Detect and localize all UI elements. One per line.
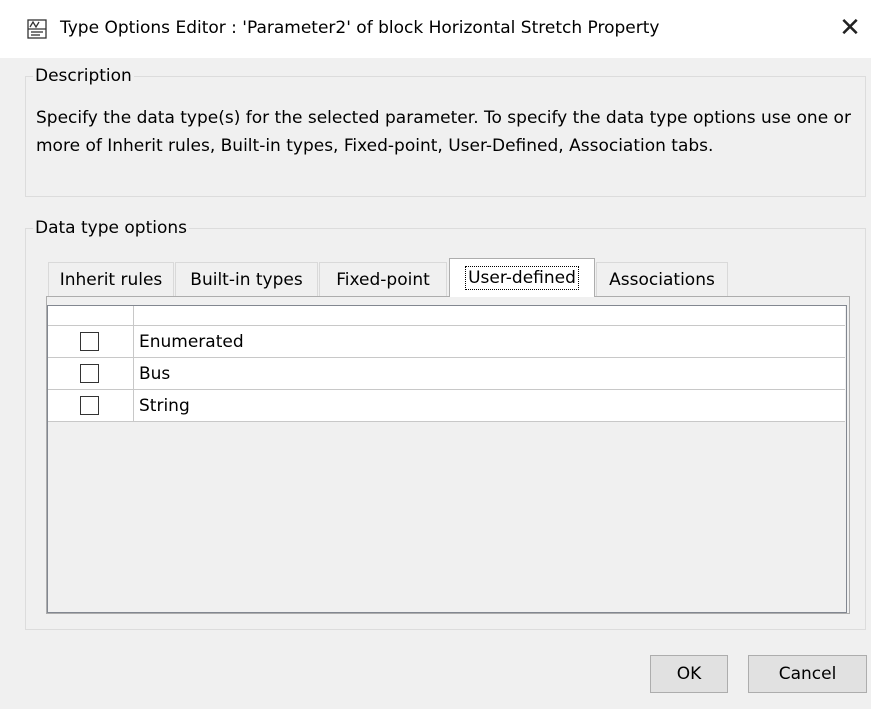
close-button[interactable]: ✕ — [834, 8, 866, 48]
enumerated-checkbox[interactable] — [80, 332, 99, 351]
user-defined-types-table: Enumerated Bus String — [47, 305, 847, 613]
table-header-row — [48, 306, 845, 326]
row-label: String — [139, 396, 190, 416]
row-label: Bus — [139, 364, 171, 384]
tab-associations[interactable]: Associations — [596, 262, 728, 296]
tab-built-in-types[interactable]: Built-in types — [175, 262, 318, 296]
header-checkbox-column — [48, 306, 134, 325]
type-options-editor-dialog: Type Options Editor : 'Parameter2' of bl… — [0, 0, 871, 709]
title-bar[interactable]: Type Options Editor : 'Parameter2' of bl… — [0, 0, 871, 58]
checkbox-cell — [48, 390, 134, 421]
window-title: Type Options Editor : 'Parameter2' of bl… — [60, 18, 660, 38]
tab-label: Associations — [609, 270, 715, 290]
tab-label: Built-in types — [190, 270, 303, 290]
tab-inherit-rules[interactable]: Inherit rules — [48, 262, 174, 296]
data-type-options-legend: Data type options — [33, 218, 189, 238]
cancel-button[interactable]: Cancel — [748, 655, 867, 693]
row-label: Enumerated — [139, 332, 244, 352]
checkbox-cell — [48, 326, 134, 357]
checkbox-cell — [48, 358, 134, 389]
tab-label: Fixed-point — [336, 270, 430, 290]
table-row[interactable]: String — [48, 390, 845, 422]
tab-label: User-defined — [465, 266, 579, 290]
tab-fixed-point[interactable]: Fixed-point — [319, 262, 447, 296]
tab-label: Inherit rules — [59, 270, 163, 290]
table-row[interactable]: Bus — [48, 358, 845, 390]
table-row[interactable]: Enumerated — [48, 326, 845, 358]
description-legend: Description — [33, 66, 134, 86]
description-text: Specify the data type(s) for the selecte… — [36, 108, 851, 156]
string-checkbox[interactable] — [80, 396, 99, 415]
simulink-block-icon — [27, 19, 47, 39]
bus-checkbox[interactable] — [80, 364, 99, 383]
ok-button[interactable]: OK — [650, 655, 728, 693]
close-icon: ✕ — [839, 13, 861, 43]
tab-user-defined[interactable]: User-defined — [449, 258, 595, 297]
